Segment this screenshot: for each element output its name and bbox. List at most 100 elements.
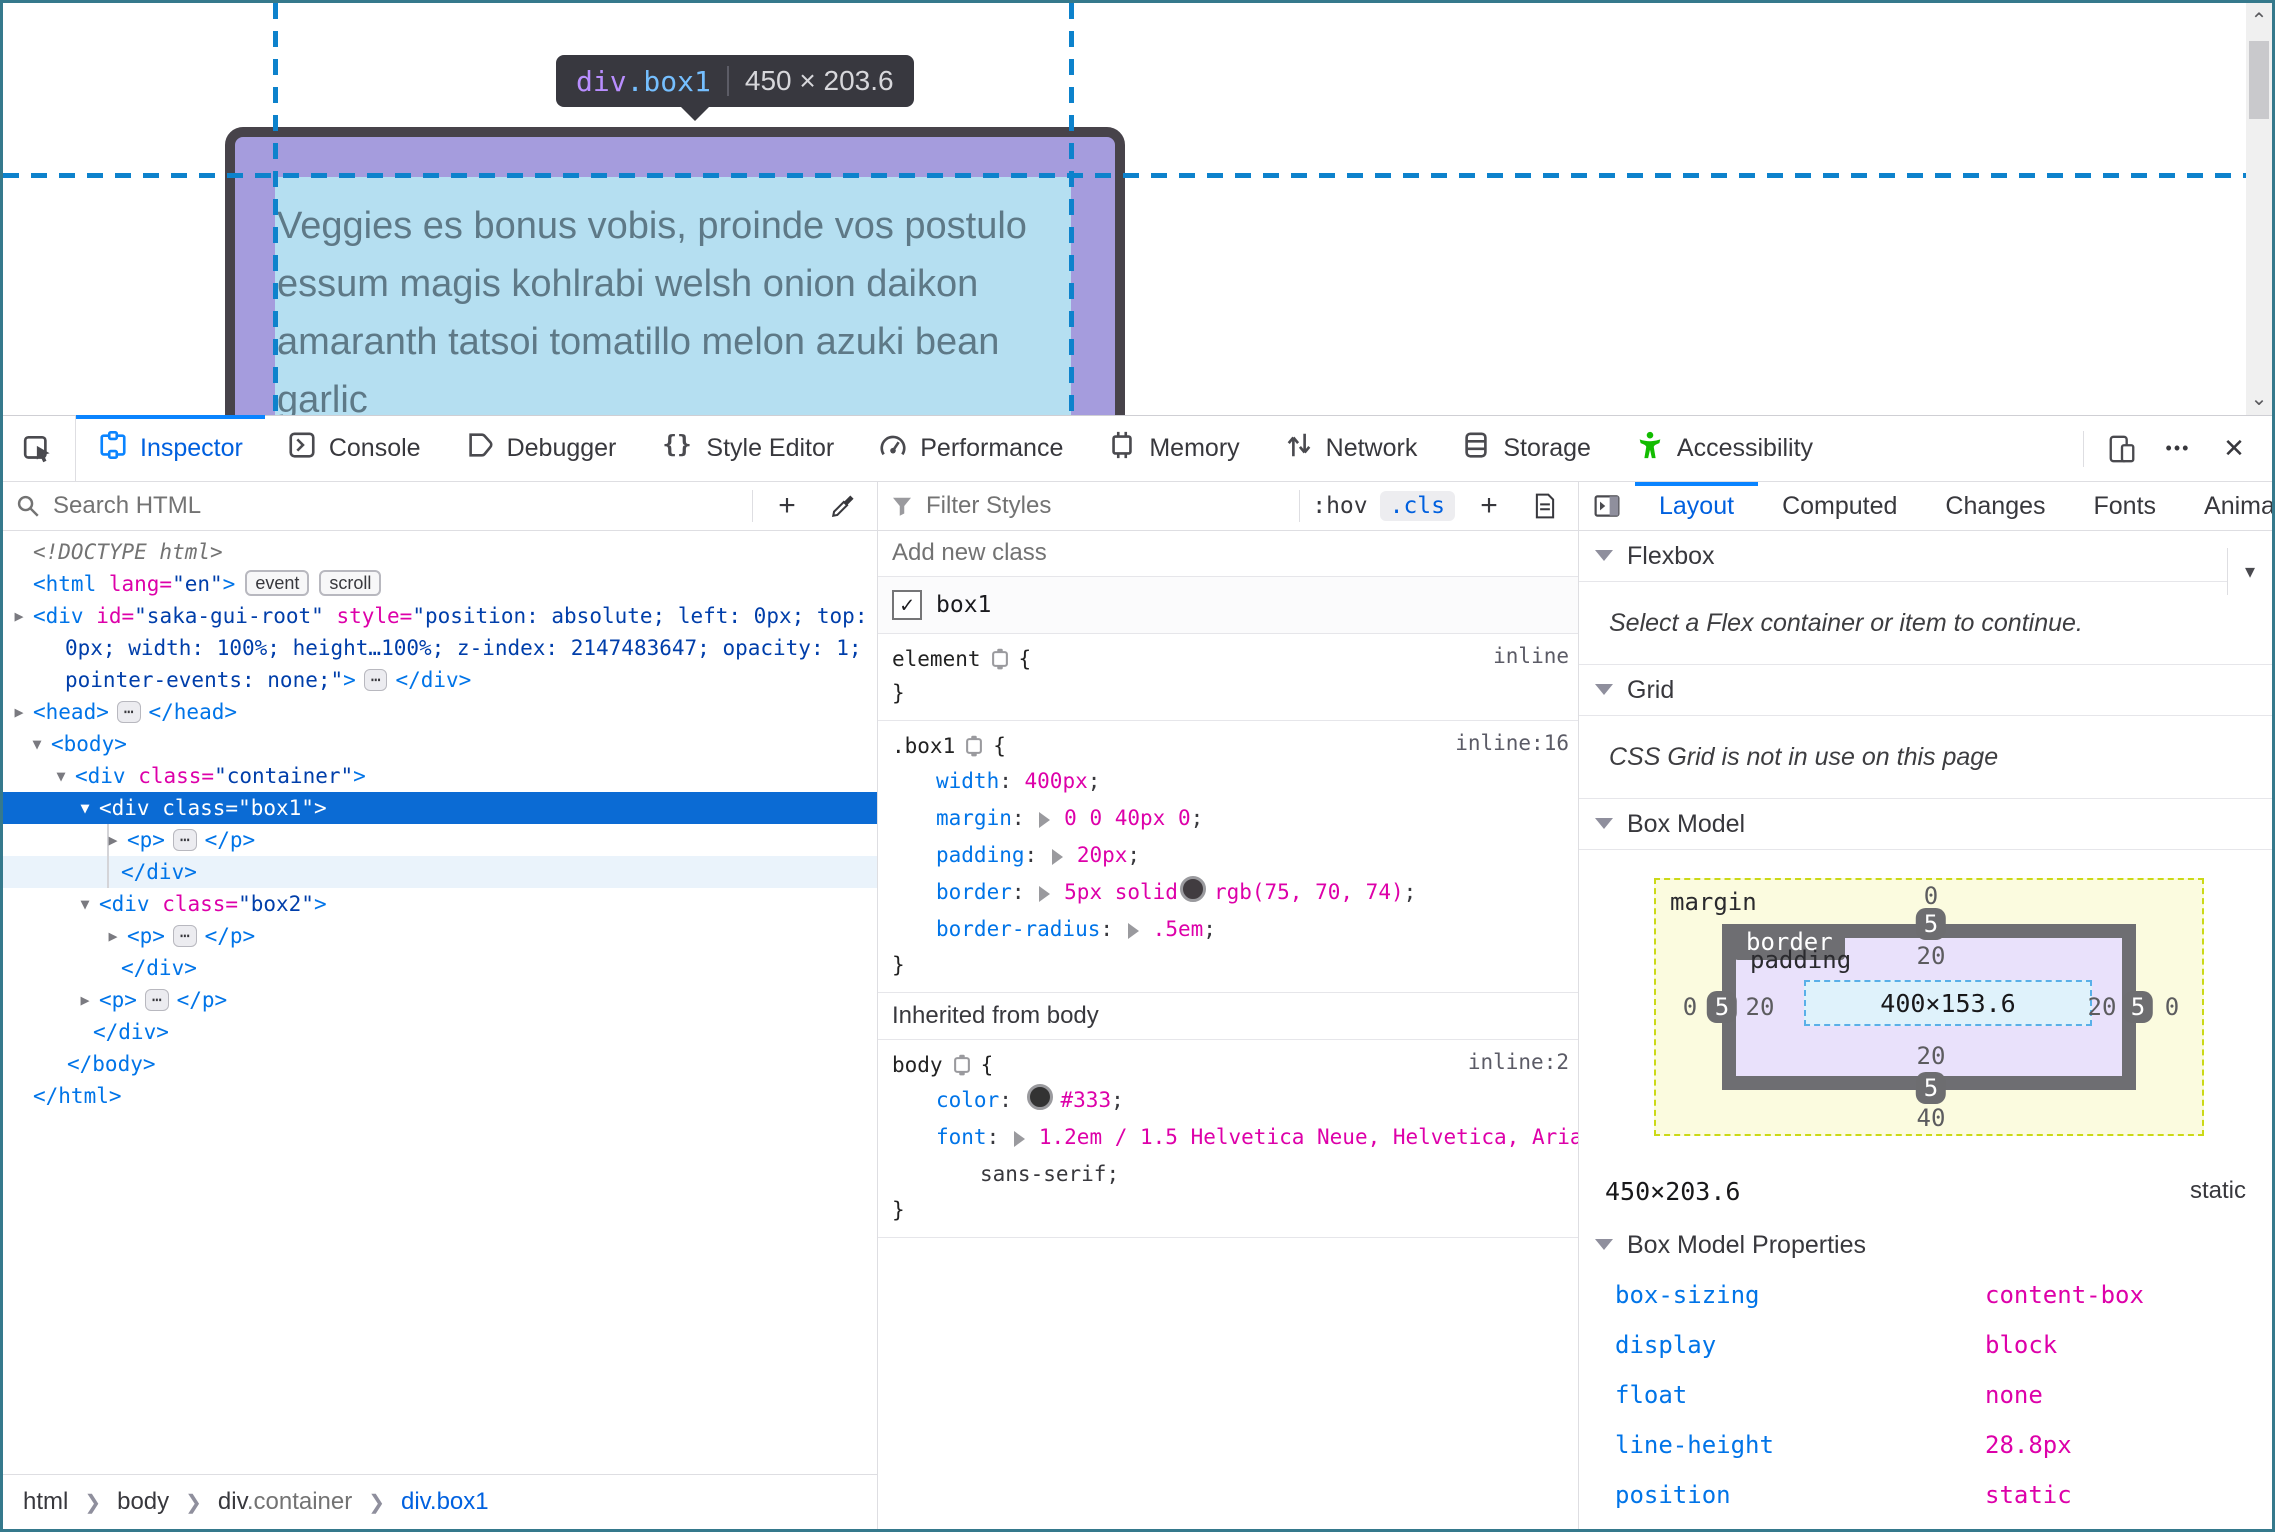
scrollbar-thumb[interactable] bbox=[2249, 41, 2269, 119]
property-value[interactable]: .5em bbox=[1153, 917, 1204, 941]
scroll-up-icon[interactable]: ⌃ bbox=[2246, 7, 2272, 33]
markup-node[interactable]: </div> bbox=[3, 952, 877, 984]
collapsed-ellipsis[interactable]: ⋯ bbox=[116, 701, 141, 723]
grid-section-header[interactable]: Grid bbox=[1579, 665, 2272, 716]
color-swatch[interactable] bbox=[1179, 876, 1206, 902]
breadcrumb-item-container[interactable]: div.container bbox=[218, 1488, 352, 1516]
twisty-collapsed-icon[interactable]: ▶ bbox=[103, 824, 123, 856]
markup-node[interactable]: pointer-events: none;"> ⋯ </div> bbox=[3, 664, 877, 696]
padding-bottom-value[interactable]: 20 bbox=[1917, 1042, 1946, 1070]
responsive-mode-button[interactable] bbox=[2098, 425, 2146, 473]
property-value[interactable]: #333 bbox=[1061, 1088, 1112, 1112]
tab-accessibility[interactable]: Accessibility bbox=[1613, 416, 1835, 481]
border-right-value[interactable]: 5 bbox=[2122, 991, 2154, 1023]
property-name[interactable]: box-sizing bbox=[1615, 1281, 1985, 1309]
markup-node[interactable]: <html lang="en"> event scroll bbox=[3, 568, 877, 600]
margin-bottom-value[interactable]: 40 bbox=[1917, 1104, 1946, 1132]
property-name[interactable]: padding bbox=[936, 843, 1025, 867]
property-name[interactable]: display bbox=[1615, 1331, 1985, 1359]
twisty-expanded-icon[interactable]: ▼ bbox=[27, 728, 47, 760]
tab-style-editor[interactable]: {} Style Editor bbox=[638, 416, 856, 481]
eyedropper-button[interactable] bbox=[821, 486, 865, 526]
search-input[interactable]: Search HTML bbox=[53, 492, 201, 520]
markup-node[interactable]: <!DOCTYPE html> bbox=[3, 536, 877, 568]
property-value[interactable]: 0 0 40px 0 bbox=[1064, 806, 1190, 830]
tab-debugger[interactable]: Debugger bbox=[443, 416, 639, 481]
margin-left-value[interactable]: 0 bbox=[1683, 993, 1697, 1021]
add-node-button[interactable]: + bbox=[765, 486, 809, 526]
margin-top-value[interactable]: 0 bbox=[1924, 882, 1938, 910]
print-styles-button[interactable] bbox=[1523, 486, 1567, 526]
markup-node[interactable]: ▼ <body> bbox=[3, 728, 877, 760]
padding-left-value[interactable]: 20 bbox=[1746, 993, 1775, 1021]
markup-node[interactable]: ▶ <p> ⋯ </p> bbox=[3, 920, 877, 952]
sidebar-tab-layout[interactable]: Layout bbox=[1635, 482, 1759, 530]
markup-node[interactable]: ▶ <div id="saka-gui-root" style="position… bbox=[3, 600, 877, 632]
box-model-content-box[interactable]: 400×153.6 bbox=[1804, 980, 2092, 1026]
property-value[interactable]: 5px solid bbox=[1064, 880, 1178, 904]
sidebar-tab-animations[interactable]: Animations bbox=[2180, 482, 2272, 530]
flexbox-section-header[interactable]: Flexbox bbox=[1579, 531, 2272, 582]
add-rule-button[interactable]: + bbox=[1467, 486, 1511, 526]
breadcrumb-item-body[interactable]: body bbox=[117, 1488, 169, 1516]
node-picker-button[interactable] bbox=[3, 416, 76, 481]
twisty-collapsed-icon[interactable]: ▶ bbox=[103, 920, 123, 952]
breadcrumb-item-html[interactable]: html bbox=[23, 1488, 68, 1516]
all-tabs-menu-button[interactable]: ▾ bbox=[2227, 548, 2272, 595]
rule-selector[interactable]: body bbox=[892, 1053, 943, 1077]
twisty-collapsed-icon[interactable]: ▶ bbox=[9, 600, 29, 632]
property-value[interactable]: 400px bbox=[1025, 769, 1088, 793]
property-name[interactable]: width bbox=[936, 769, 999, 793]
expand-arrow-icon[interactable] bbox=[1013, 1131, 1033, 1147]
box-model-properties-header[interactable]: Box Model Properties bbox=[1579, 1220, 2272, 1270]
collapsed-ellipsis[interactable]: ⋯ bbox=[144, 989, 169, 1011]
class-checkbox[interactable]: ✓ bbox=[892, 590, 922, 620]
expand-arrow-icon[interactable] bbox=[1051, 849, 1071, 865]
expand-arrow-icon[interactable] bbox=[1039, 812, 1058, 828]
search-html-bar[interactable]: Search HTML + bbox=[3, 482, 877, 531]
collapsed-ellipsis[interactable]: ⋯ bbox=[172, 925, 197, 947]
markup-node[interactable]: 0px; width: 100%; height…100%; z-index: … bbox=[3, 632, 877, 664]
markup-node[interactable]: </div> bbox=[3, 1016, 877, 1048]
property-value[interactable]: rgb(75, 70, 74) bbox=[1214, 880, 1404, 904]
tab-network[interactable]: Network bbox=[1262, 416, 1440, 481]
color-swatch[interactable] bbox=[1026, 1084, 1053, 1110]
tab-console[interactable]: Console bbox=[265, 416, 443, 481]
box-model-margin-layer[interactable]: margin border padding 400×153.6 0 5 20 2… bbox=[1654, 878, 2204, 1136]
rule-source-link[interactable]: inline:16 bbox=[1455, 731, 1569, 755]
rule-selector[interactable]: element bbox=[892, 647, 981, 671]
class-panel-toggle[interactable]: .cls bbox=[1379, 491, 1455, 521]
scroll-down-icon[interactable]: ⌄ bbox=[2246, 385, 2272, 411]
tab-performance[interactable]: Performance bbox=[856, 416, 1085, 481]
rule-selector[interactable]: .box1 bbox=[892, 734, 955, 758]
meatball-menu-button[interactable]: ••• bbox=[2154, 425, 2202, 473]
property-name[interactable]: position bbox=[1615, 1481, 1985, 1509]
border-bottom-value[interactable]: 5 bbox=[1915, 1072, 1947, 1104]
property-name[interactable]: margin bbox=[936, 806, 1012, 830]
event-badge[interactable]: scroll bbox=[319, 570, 382, 596]
css-declaration[interactable]: padding: 20px; bbox=[892, 837, 1565, 874]
tab-inspector[interactable]: Inspector bbox=[76, 415, 265, 481]
expand-arrow-icon[interactable] bbox=[1127, 923, 1147, 939]
rule-source-link[interactable]: inline:2 bbox=[1468, 1050, 1569, 1074]
element-target-icon[interactable] bbox=[989, 648, 1011, 675]
add-new-class-input[interactable]: Add new class bbox=[878, 530, 1579, 577]
property-name[interactable]: float bbox=[1615, 1381, 1985, 1409]
css-declaration[interactable]: border: 5px solid rgb(75, 70, 74); bbox=[892, 874, 1565, 911]
property-name[interactable]: border bbox=[936, 880, 1012, 904]
markup-node[interactable]: </div> bbox=[3, 856, 877, 888]
property-value[interactable]: block bbox=[1985, 1331, 2057, 1359]
collapsed-ellipsis[interactable]: ⋯ bbox=[172, 829, 197, 851]
markup-node[interactable]: </html> bbox=[3, 1080, 877, 1112]
markup-node[interactable]: ▶ <head> ⋯ </head> bbox=[3, 696, 877, 728]
element-target-icon[interactable] bbox=[963, 735, 985, 762]
property-name[interactable]: border-radius bbox=[936, 917, 1100, 941]
markup-node[interactable]: ▶ <p> ⋯ </p> bbox=[3, 984, 877, 1016]
rule-source-link[interactable]: inline bbox=[1493, 644, 1569, 668]
css-declaration[interactable]: margin: 0 0 40px 0; bbox=[892, 800, 1565, 837]
css-declaration[interactable]: color: #333; bbox=[892, 1082, 1565, 1119]
twisty-expanded-icon[interactable]: ▼ bbox=[75, 792, 95, 824]
tab-memory[interactable]: Memory bbox=[1085, 416, 1261, 481]
margin-right-value[interactable]: 0 bbox=[2165, 993, 2179, 1021]
twisty-expanded-icon[interactable]: ▼ bbox=[51, 760, 71, 792]
